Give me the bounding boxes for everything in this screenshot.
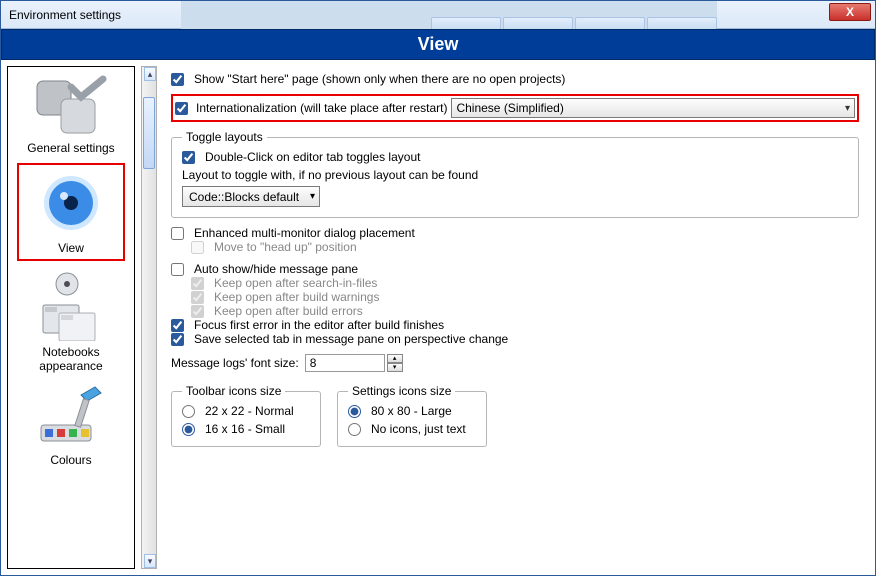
dblclick-checkbox[interactable]	[182, 151, 195, 164]
close-icon: X	[846, 5, 854, 19]
layout-combo[interactable]: Code::Blocks default	[182, 186, 320, 207]
show-start-checkbox[interactable]	[171, 73, 184, 86]
enhanced-mm-checkbox[interactable]	[171, 227, 184, 240]
save-tab-label: Save selected tab in message pane on per…	[194, 332, 508, 346]
i18n-row: Internationalization (will take place af…	[171, 94, 859, 122]
keep-sif-label: Keep open after search-in-files	[214, 276, 377, 290]
sidebar-item-label: Notebooks appearance	[17, 345, 125, 373]
headup-checkbox	[191, 241, 204, 254]
enhanced-mm-label: Enhanced multi-monitor dialog placement	[194, 226, 415, 240]
bg-tab	[575, 17, 645, 29]
toolbar-icons-group: Toolbar icons size 22 x 22 - Normal 16 x…	[171, 384, 321, 447]
scroll-up-icon[interactable]: ▴	[144, 67, 156, 81]
gears-check-icon	[31, 75, 111, 137]
sti-80-label: 80 x 80 - Large	[371, 404, 452, 418]
show-start-row: Show "Start here" page (shown only when …	[171, 72, 859, 86]
titlebar[interactable]: Environment settings X	[1, 1, 875, 29]
keep-warn-label: Keep open after build warnings	[214, 290, 379, 304]
bg-tab	[431, 17, 501, 29]
scrollbar-thumb[interactable]	[143, 97, 155, 169]
auto-msg-label: Auto show/hide message pane	[194, 262, 358, 276]
sidebar-item-notebooks[interactable]: Notebooks appearance	[17, 265, 125, 377]
eye-icon	[31, 169, 111, 237]
sidebar-item-colours[interactable]: Colours	[17, 381, 125, 471]
save-tab-checkbox[interactable]	[171, 333, 184, 346]
focus-err-label: Focus first error in the editor after bu…	[194, 318, 444, 332]
content-panel: Show "Start here" page (shown only when …	[157, 66, 869, 569]
tbi-16-label: 16 x 16 - Small	[205, 422, 285, 436]
sti-none-label: No icons, just text	[371, 422, 466, 436]
toggle-layouts-group: Toggle layouts Double-Click on editor ta…	[171, 130, 859, 218]
auto-msg-checkbox[interactable]	[171, 263, 184, 276]
bg-tab	[503, 17, 573, 29]
i18n-dropdown[interactable]: Chinese (Simplified)	[451, 98, 855, 118]
close-button[interactable]: X	[829, 3, 871, 21]
i18n-label: Internationalization (will take place af…	[196, 101, 447, 115]
tbi-22-radio[interactable]	[182, 405, 195, 418]
sti-80-radio[interactable]	[348, 405, 361, 418]
settings-icons-legend: Settings icons size	[348, 384, 455, 398]
layout-combo-value: Code::Blocks default	[189, 190, 299, 204]
sidebar-item-label: General settings	[27, 141, 114, 155]
headup-label: Move to "head up" position	[214, 240, 357, 254]
window-title: Environment settings	[1, 8, 121, 22]
scroll-down-icon[interactable]: ▾	[144, 554, 156, 568]
i18n-checkbox[interactable]	[175, 102, 188, 115]
toggle-layouts-legend: Toggle layouts	[182, 130, 267, 144]
spin-up-icon[interactable]: ▴	[387, 354, 403, 363]
font-size-spinner[interactable]: ▴ ▾	[305, 354, 403, 372]
sidebar-item-label: Colours	[50, 453, 91, 467]
keep-err-checkbox	[191, 305, 204, 318]
vertical-scrollbar[interactable]: ▴ ▾	[141, 66, 157, 569]
sidebar-item-view[interactable]: View	[17, 163, 125, 261]
show-start-label: Show "Start here" page (shown only when …	[194, 72, 565, 86]
spin-down-icon[interactable]: ▾	[387, 363, 403, 372]
tbi-22-label: 22 x 22 - Normal	[205, 404, 294, 418]
focus-err-checkbox[interactable]	[171, 319, 184, 332]
bg-tab	[647, 17, 717, 29]
settings-icons-group: Settings icons size 80 x 80 - Large No i…	[337, 384, 487, 447]
notebooks-icon	[31, 269, 111, 341]
sidebar-item-general[interactable]: General settings	[17, 71, 125, 159]
dblclick-label: Double-Click on editor tab toggles layou…	[205, 150, 420, 164]
tbi-16-radio[interactable]	[182, 423, 195, 436]
keep-err-label: Keep open after build errors	[214, 304, 363, 318]
layout-toggle-label: Layout to toggle with, if no previous la…	[182, 168, 478, 182]
sidebar: General settings View	[7, 66, 135, 569]
page-header: View	[1, 29, 875, 60]
keep-warn-checkbox	[191, 291, 204, 304]
window: Environment settings X View General sett…	[0, 0, 876, 576]
sidebar-item-label: View	[58, 241, 84, 255]
font-size-label: Message logs' font size:	[171, 356, 299, 370]
keep-sif-checkbox	[191, 277, 204, 290]
font-size-input[interactable]	[305, 354, 385, 372]
palette-icon	[31, 385, 111, 449]
toolbar-icons-legend: Toolbar icons size	[182, 384, 285, 398]
i18n-value: Chinese (Simplified)	[456, 101, 563, 115]
sti-none-radio[interactable]	[348, 423, 361, 436]
